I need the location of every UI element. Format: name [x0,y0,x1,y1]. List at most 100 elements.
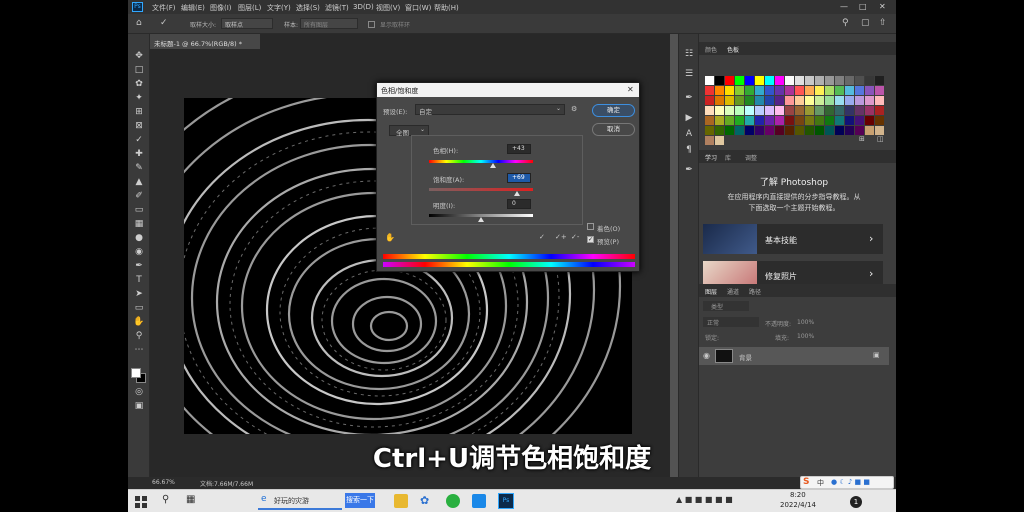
eraser-tool-icon[interactable]: ▭ [132,204,146,216]
color-swatch[interactable] [795,126,804,135]
menu-type[interactable]: 文字(Y) [267,3,291,13]
eyedropper-tool-icon[interactable]: ✓ [160,18,168,28]
properties-panel-icon[interactable]: ☰ [682,68,696,80]
colorize-checkbox[interactable] [587,223,594,230]
color-swatch[interactable] [855,116,864,125]
color-swatch[interactable] [715,116,724,125]
learn-card-basic-skills[interactable]: 基本技能 › [703,224,883,254]
tab-libraries[interactable]: 库 [725,153,731,162]
color-swatch[interactable] [735,106,744,115]
menu-3d[interactable]: 3D(D) [353,3,374,11]
color-swatch[interactable] [865,106,874,115]
tab-paths[interactable]: 路径 [749,287,761,296]
color-swatch[interactable] [755,96,764,105]
color-swatch[interactable] [855,126,864,135]
color-swatch[interactable] [815,76,824,85]
notification-badge[interactable]: 1 [850,496,862,508]
home-icon[interactable]: ⌂ [136,18,142,28]
color-swatch[interactable] [775,96,784,105]
color-swatch[interactable] [825,116,834,125]
color-swatch[interactable] [875,126,884,135]
hue-slider-handle[interactable] [490,163,497,168]
color-swatch[interactable] [765,116,774,125]
color-swatch[interactable] [765,96,774,105]
restore-icon[interactable]: □ [859,2,867,11]
color-swatch[interactable] [855,86,864,95]
cancel-button[interactable]: 取消 [592,123,635,136]
color-swatch[interactable] [755,76,764,85]
color-swatch[interactable] [745,76,754,85]
color-swatch[interactable] [705,116,714,125]
color-swatch[interactable] [705,106,714,115]
lightness-field[interactable]: 0 [507,199,531,209]
color-swatch[interactable] [835,126,844,135]
taskbar-browser-tab[interactable]: e 好玩的灾游 [258,492,342,510]
tab-learn[interactable]: 学习 [705,153,717,162]
network-app-icon[interactable]: ✿ [420,494,434,508]
color-swatch[interactable] [785,116,794,125]
color-swatch[interactable] [795,86,804,95]
color-swatch[interactable] [785,96,794,105]
color-swatch[interactable] [735,76,744,85]
lasso-tool-icon[interactable]: ✿ [132,78,146,90]
color-swatch[interactable] [715,106,724,115]
show-ring-checkbox[interactable] [368,21,375,28]
more-tools-icon[interactable]: ⋯ [132,344,146,356]
color-swatch[interactable] [735,86,744,95]
layer-row-background[interactable]: ◉ 背景 ▣ [699,347,889,365]
color-swatch[interactable] [735,116,744,125]
dialog-close-icon[interactable]: ✕ [627,85,634,94]
type-tool-icon[interactable]: T [132,274,146,286]
dodge-tool-icon[interactable]: ◉ [132,246,146,258]
ime-toolbar[interactable]: S 中 ● ☾ ♪ ■ ■ [800,476,894,489]
green-app-icon[interactable] [446,494,460,508]
color-swatch[interactable] [845,96,854,105]
eyedropper-sample-icon[interactable]: ✓ [539,233,545,241]
foreground-color-swatch[interactable] [131,368,141,378]
color-swatch[interactable] [765,86,774,95]
color-swatch[interactable] [735,126,744,135]
color-swatch[interactable] [755,126,764,135]
layer-kind-filter[interactable]: 类型 [703,301,749,311]
color-swatch[interactable] [855,96,864,105]
blur-tool-icon[interactable]: ● [132,232,146,244]
color-swatch[interactable] [875,76,884,85]
color-swatch[interactable] [765,76,774,85]
color-swatch[interactable] [815,96,824,105]
color-swatch[interactable] [725,86,734,95]
tab-channels[interactable]: 通道 [727,287,739,296]
color-swatch[interactable] [845,116,854,125]
color-swatch[interactable] [875,86,884,95]
color-swatch[interactable] [835,76,844,85]
color-swatch[interactable] [705,136,714,145]
document-tab[interactable]: 未标题-1 @ 66.7%(RGB/8) * [150,34,260,49]
color-swatch[interactable] [865,116,874,125]
color-swatch[interactable] [705,86,714,95]
menu-view[interactable]: 视图(V) [376,3,400,13]
color-swatch[interactable] [845,106,854,115]
color-swatch[interactable] [815,116,824,125]
saturation-field[interactable]: +69 [507,173,531,183]
share-icon[interactable]: ⇧ [879,18,887,28]
color-swatch[interactable] [875,116,884,125]
screen-mode-icon[interactable]: ▣ [132,400,146,412]
hand-tool-icon[interactable]: ✋ [132,316,146,328]
windows-start-icon[interactable] [134,494,148,508]
color-swatch[interactable] [745,116,754,125]
color-swatch[interactable] [825,106,834,115]
sample-select[interactable]: 所有图层 [300,18,358,29]
color-swatch[interactable] [795,76,804,85]
color-swatch[interactable] [745,126,754,135]
color-swatch[interactable] [765,126,774,135]
quick-mask-icon[interactable]: ◎ [132,386,146,398]
move-tool-icon[interactable]: ✥ [132,50,146,62]
color-swatch[interactable] [805,116,814,125]
preview-checkbox[interactable]: ✓ [587,236,594,243]
color-swatch[interactable] [835,106,844,115]
tab-layers[interactable]: 图层 [705,287,717,296]
color-swatch[interactable] [815,86,824,95]
frame-tool-icon[interactable]: ⊠ [132,120,146,132]
color-swatch[interactable] [775,116,784,125]
color-swatch[interactable] [795,106,804,115]
stamp-tool-icon[interactable]: ▲ [132,176,146,188]
